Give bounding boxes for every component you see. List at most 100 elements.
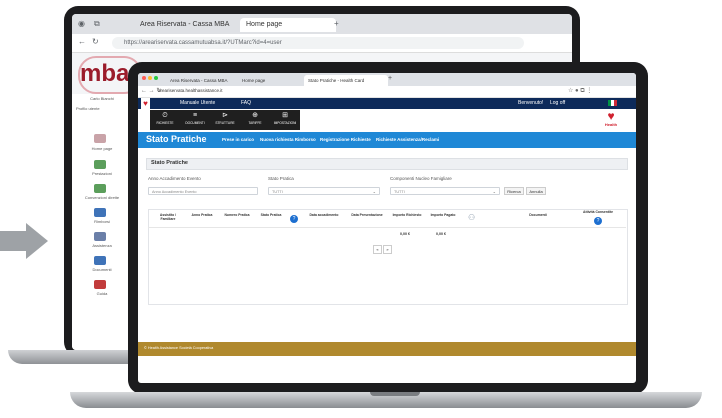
chevron-down-icon: ⌄ [492,189,496,194]
flag-icon-red [614,100,617,106]
attachment-icon[interactable]: ⚇ [468,213,475,222]
help-icon[interactable]: ? [594,217,602,225]
sidebar-item-rimborsi[interactable]: Rimborsi [76,219,128,224]
back-tab-2[interactable]: Home page [240,18,336,32]
prev-page-button[interactable]: « [373,245,382,254]
front-url-input[interactable]: areariservata.healthassistance.it [158,88,223,93]
link-registrazione[interactable]: Registrazione Richieste [320,137,371,142]
componenti-select[interactable]: TUTTI ⌄ [390,187,500,195]
assistenza-icon [94,232,106,241]
copy-icon[interactable]: ⧉ [94,19,100,29]
sidebar-item-prestazioni[interactable]: Prestazioni [76,171,128,176]
close-window-icon[interactable] [142,76,146,80]
sidebar-item-documenti[interactable]: Documenti [76,267,128,272]
front-tab-3[interactable]: Stato Pratiche - Health Card [304,75,388,86]
th-attivita[interactable]: Attività Consentite [578,210,618,214]
welcome-text: Benvenuto! [518,100,544,106]
arrow-icon-shaft [0,231,26,251]
stato-select[interactable]: TUTTI ⌄ [268,187,380,195]
back-icon[interactable]: ← [78,37,86,46]
health-logo: ♥ Health [596,110,626,132]
manuale-link[interactable]: Manuale Utente [180,100,215,106]
link-assistenza-reclami[interactable]: Richieste Assistenza/Reclami [376,137,439,142]
front-tab-strip: Area Riservata - Cassa MBA Home page Sta… [138,73,636,86]
maximize-window-icon[interactable] [154,76,158,80]
th-documenti[interactable]: Documenti [518,213,558,217]
logo-main: mba [80,60,130,87]
th-numero[interactable]: Numero Pratica [222,213,252,217]
link-nuova-richiesta[interactable]: Nuova richiesta Rimborso [260,137,316,142]
toolbar-tariffe-button[interactable]: ⊕ TARIFFE [240,110,270,130]
sidebar-item-profilo[interactable]: Profilo utente [76,106,128,111]
prestazioni-icon [94,160,106,169]
annulla-button[interactable]: Annulla [526,187,546,195]
anno-input[interactable]: Anno Accadimento Evento [148,187,258,195]
th-data-presentazione[interactable]: Data Presentazione [346,213,388,217]
table-divider [148,227,626,228]
pratiche-table [148,209,628,305]
brand-name: Health [604,122,618,127]
footer: © Health Assistance Società Cooperativa [138,342,636,356]
toolbar-strutture-button[interactable]: ⊳ STRUTTURE [210,110,240,130]
th-data-accadimento[interactable]: Data accadimento [304,213,344,217]
anno-label: Anno Accadimento Evento [148,176,201,181]
guida-icon [94,280,106,289]
back-url-input[interactable]: https://areariservata.cassamutuabsa.it/?… [112,37,524,49]
reload-icon[interactable]: ↻ [92,37,99,46]
browser-actions-icon[interactable]: ☆ ● ⧉ ⋮ [568,87,592,95]
health-small-logo-icon: ♥ [141,98,150,109]
chevron-down-icon: ⌄ [372,189,376,194]
ricerca-button[interactable]: Ricerca [504,187,524,195]
sidebar-item-guida[interactable]: Guida [76,291,128,296]
top-nav: Manuale Utente FAQ Benvenuto! Log off [138,98,636,109]
front-tab-2[interactable]: Home page [238,75,302,86]
new-tab-icon[interactable]: + [388,75,392,82]
toolbar-label: TARIFFE [248,121,262,125]
sidebar-greeting: Carlo Bianchi [90,96,114,101]
sidebar-item-assistenza[interactable]: Assistenza [76,243,128,248]
faq-link[interactable]: FAQ [241,100,251,106]
total-pagato: 0,00 € [436,232,446,236]
info-icon[interactable]: ? [290,215,298,223]
list-icon: ≡ [192,112,198,119]
section-header: Stato Pratiche [146,158,628,170]
next-page-button[interactable]: » [383,245,392,254]
sidebar-item-home[interactable]: Home page [76,146,128,151]
th-anno[interactable]: Anno Pratica [188,213,216,217]
toolbar-impostazioni-button[interactable]: ⊞ IMPOSTAZIONI [270,110,300,130]
back-tab-strip: ◉ ⧉ Area Riservata - Cassa MBA Home page… [72,14,572,34]
toolbar-label: DOCUMENTI [185,121,205,125]
clock-icon: ⏲ [162,112,168,119]
documenti-icon [94,256,106,265]
front-laptop-notch [370,392,420,396]
toolbar-label: RICHIESTE [156,121,174,125]
th-importo-richiesto[interactable]: Importo Richiesto [390,213,424,217]
front-laptop-screen: Area Riservata - Cassa MBA Home page Sta… [138,73,636,383]
th-importo-pagato[interactable]: Importo Pagato [428,213,458,217]
sidebar-item-convenzioni[interactable]: Convenzioni dirette [76,195,128,200]
back-tab-1[interactable]: Area Riservata - Cassa MBA [134,18,240,32]
building-icon: ⊳ [222,112,228,119]
footer-text: © Health Assistance Società Cooperativa [144,346,214,350]
arrow-icon [26,223,48,259]
th-stato[interactable]: Stato Pratica [256,213,286,217]
total-richiesto: 0,00 € [400,232,410,236]
new-tab-icon[interactable]: + [334,19,339,28]
toolbar-label: IMPOSTAZIONI [273,121,297,125]
toolbar-richieste-button[interactable]: ⏲ RICHIESTE [150,110,180,130]
toolbar-documenti-button[interactable]: ≡ DOCUMENTI [180,110,210,130]
profile-icon[interactable]: ◉ [78,19,85,28]
page-title: Stato Pratiche [146,134,207,144]
link-prese-in-carico[interactable]: Prese in carico [222,137,254,142]
front-tab-1[interactable]: Area Riservata - Cassa MBA [166,75,236,86]
toolbar-label: STRUTTURE [215,121,235,125]
stato-label: Stato Pratica [268,176,294,181]
tag-icon: ⊕ [252,112,258,119]
back-sidebar: Carlo Bianchi Profilo utente Home page P… [72,94,133,350]
componenti-label: Componenti Nucleo Famigliare [390,176,452,181]
minimize-window-icon[interactable] [148,76,152,80]
section-title: Stato Pratiche [151,160,188,166]
settings-icon: ⊞ [282,112,288,119]
th-assistito[interactable]: Assistito / Familiare [152,213,184,221]
logout-link[interactable]: Log off [550,100,565,106]
